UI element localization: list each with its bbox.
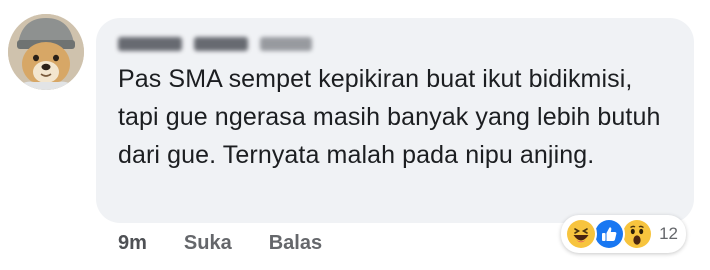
like-button[interactable]: Suka bbox=[184, 232, 232, 255]
comment-text: Pas SMA sempet kepikiran buat ikut bidik… bbox=[118, 65, 661, 169]
wow-icon bbox=[621, 218, 654, 250]
avatar[interactable] bbox=[8, 14, 84, 90]
comment-screenshot: Pas SMA sempet kepikiran buat ikut bidik… bbox=[0, 0, 710, 270]
comment-bubble: Pas SMA sempet kepikiran buat ikut bidik… bbox=[96, 18, 694, 223]
haha-icon bbox=[565, 218, 598, 250]
reaction-count: 12 bbox=[659, 224, 678, 243]
redaction-block bbox=[118, 37, 182, 51]
like-icon bbox=[593, 218, 626, 250]
comment-actions: 9m Suka Balas bbox=[118, 228, 359, 258]
reaction-summary[interactable]: 12 bbox=[561, 215, 686, 253]
dog-avatar-image bbox=[8, 14, 84, 90]
redaction-block bbox=[194, 37, 248, 51]
redaction-block bbox=[260, 37, 312, 51]
reply-button[interactable]: Balas bbox=[269, 232, 322, 255]
author-name-redacted[interactable] bbox=[118, 32, 312, 56]
timestamp[interactable]: 9m bbox=[118, 232, 147, 255]
